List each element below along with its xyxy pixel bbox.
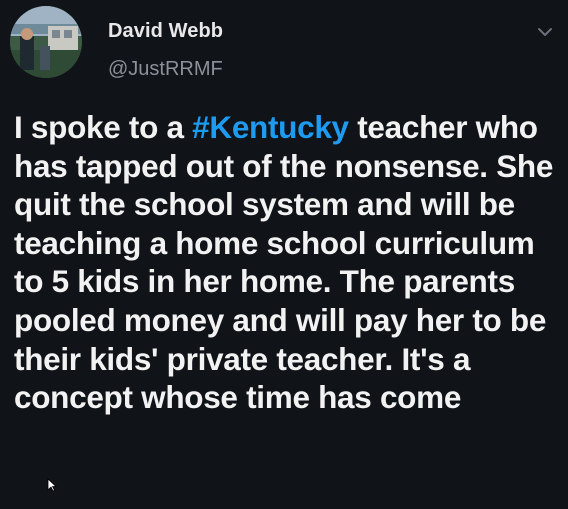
tweet-card: David Webb @JustRRMF I spoke to a #Kentu… [0,0,568,509]
tweet-text-start: I spoke to a [14,109,193,145]
tweet-text-rest: teacher who has tapped out of the nonsen… [14,109,554,416]
chevron-down-icon[interactable] [536,26,554,38]
mouse-cursor-icon [47,478,57,492]
tweet-text: I spoke to a #Kentucky teacher who has t… [14,108,564,417]
user-handle[interactable]: @JustRRMF [108,58,223,81]
avatar[interactable] [10,6,82,78]
hashtag-link[interactable]: #Kentucky [192,109,349,145]
display-name[interactable]: David Webb [108,20,223,43]
